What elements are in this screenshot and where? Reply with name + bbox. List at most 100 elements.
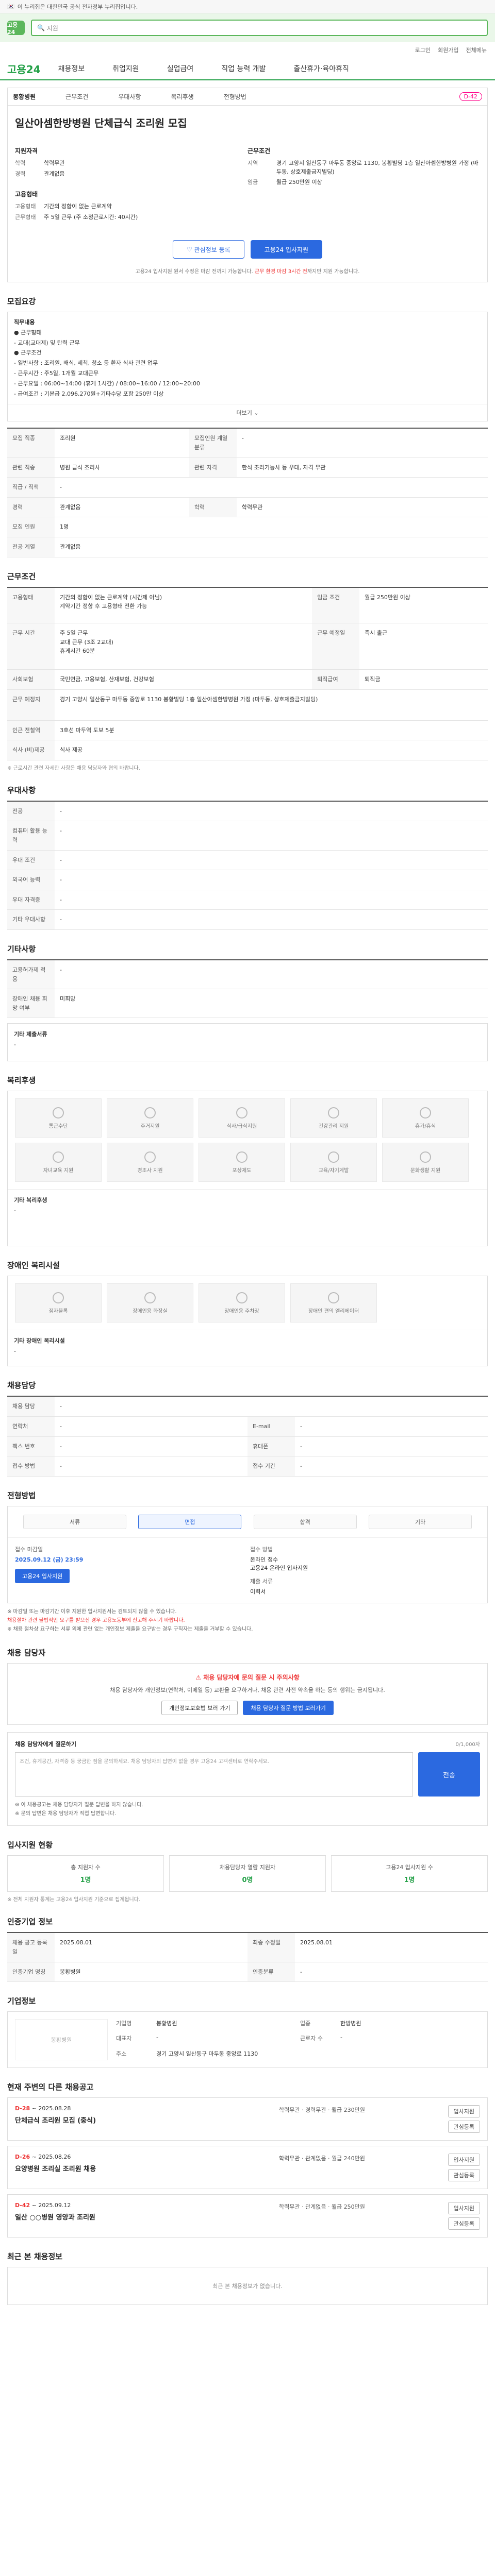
- search-input[interactable]: 🔍 지원: [31, 20, 488, 36]
- welfare-box: 통근수단 주거지원 식사/급식지원 건강관리 지원 휴가/휴식 자녀교육 지원 …: [7, 1091, 488, 1247]
- similar-title: 현재 주변의 다른 채용공고: [7, 2082, 94, 2092]
- table-row: 관련 직종 병원 급식 조리사 관련 자격 한식 조리기능사 등 우대, 자격 무관: [7, 457, 488, 478]
- step-etc: 기타: [368, 1514, 472, 1529]
- table-row: 근무 시간 주 5일 근무 교대 근무 (3조 2교대) 휴게시간 60분 근무 예…: [7, 623, 488, 670]
- table-row: 고용허가제 적용 -: [7, 959, 488, 990]
- tab-recruit[interactable]: 근무조건: [65, 92, 88, 101]
- logo[interactable]: 고용24: [7, 21, 25, 36]
- step-document: 서류: [23, 1514, 126, 1529]
- braille-icon: [53, 1292, 64, 1303]
- welfare-item: 주거지원: [107, 1098, 193, 1138]
- qa-method-button[interactable]: 채용 담당자 질문 방법 보러가기: [243, 1701, 334, 1716]
- kv-value: 관계없음: [44, 170, 65, 177]
- gift-icon: [144, 1151, 156, 1163]
- table-row: 우대 조건 -: [7, 850, 488, 871]
- duty-line: - 급여조건 : 기본급 2,096,270원+기타수당 포함 250만 이상: [14, 390, 164, 397]
- kv-label: 지역: [248, 160, 258, 166]
- prefer-table: 전공 - 컴퓨터 활용 능력 - 우대 조건 - 외국어 능력 - 우대 자격증 - 기타…: [7, 800, 488, 930]
- question-textarea[interactable]: 조건, 휴게공간, 자격증 등 궁금한 점을 문의하세요. 채용 담당자의 답변…: [15, 1752, 413, 1797]
- table-row: 전공 -: [7, 801, 488, 822]
- submit-value: 이력서: [250, 1588, 266, 1595]
- doc-title: 기타사항: [7, 944, 36, 954]
- hr-title: 채용담당: [7, 1381, 36, 1391]
- table-row: 사회보험 국민연금, 고용보험, 산재보험, 건강보험 퇴직급여 퇴직금: [7, 669, 488, 690]
- status-counts: 총 지원자 수 1명 채용담당자 열람 지원자 0명 고용24 입사지원 수 1명: [7, 1855, 488, 1892]
- facility-item: 장애인 편의 엘리베이터: [290, 1283, 377, 1323]
- table-row: 외국어 능력 -: [7, 870, 488, 890]
- card-apply-button[interactable]: 입사지원: [448, 2202, 480, 2215]
- book-icon: [328, 1151, 339, 1163]
- login-link[interactable]: 로그인: [415, 46, 431, 54]
- table-row: 연락처 - E-mail -: [7, 1416, 488, 1437]
- dday-badge: D-42: [459, 92, 482, 101]
- kv-value: 월급 250만원 이상: [276, 179, 322, 185]
- tab-prefer[interactable]: 복리후생: [171, 92, 194, 101]
- table-row: 팩스 번호 - 휴대폰 -: [7, 1436, 488, 1457]
- duty-box: 직무내용 ● 근무형태 - 교대(교대제) 및 탄력 근무 ● 근무조건 - 일…: [7, 312, 488, 422]
- welfare-item: 휴가/휴식: [382, 1098, 469, 1138]
- nav-jobs[interactable]: 채용정보: [58, 63, 85, 74]
- hr-table: 채용 담당 - 연락처 - E-mail - 팩스 번호 - 휴대폰 - 접수 방법 - 접수 기…: [7, 1396, 488, 1477]
- privacy-law-button[interactable]: 개인정보보호법 보러 가기: [161, 1701, 238, 1716]
- tab-welfare[interactable]: 전형방법: [224, 92, 246, 101]
- table-row: 인증기업 명칭 봉황병원 인증분류 -: [7, 1962, 488, 1982]
- submit-label: 제출 서류: [250, 1578, 273, 1585]
- duty-line: - 일반사항 : 조리원, 배식, 세척, 청소 등 환자 식사 관련 업무: [14, 360, 158, 367]
- table-row: 기타 우대사항 -: [7, 909, 488, 930]
- table-row: 전공 계열 관계없음: [7, 537, 488, 557]
- main-nav: 고용24 채용정보 취업지원 실업급여 직업 능력 개발 출산휴가·육아휴직: [0, 58, 495, 80]
- table-row: 컴퓨터 활용 능력 -: [7, 821, 488, 851]
- child-icon: [53, 1151, 64, 1163]
- brand-logo[interactable]: 고용24: [7, 61, 41, 76]
- welfare-title: 복리후생: [7, 1076, 36, 1086]
- process-apply-button[interactable]: 고용24 입사지원: [15, 1568, 70, 1583]
- kv-value: 경기 고양시 일산동구 마두동 중앙로 1130, 봉황빌딩 1층 일산아셈한방…: [276, 160, 478, 175]
- more-button[interactable]: 더보기 ⌄: [8, 404, 487, 421]
- nav-unemployment[interactable]: 실업급여: [167, 63, 194, 74]
- parking-icon: [236, 1292, 248, 1303]
- kv-value: 학력무관: [44, 160, 65, 166]
- interest-button[interactable]: ♡ 관심정보 등록: [173, 240, 244, 259]
- qa-form-title: 채용 담당자에게 질문하기: [15, 1741, 76, 1748]
- all-menu-link[interactable]: 전체메뉴: [466, 46, 487, 54]
- house-icon: [144, 1107, 156, 1118]
- qa-title: 채용 담당자: [7, 1648, 46, 1657]
- job-card[interactable]: D-42 ~ 2025.09.12 일산 ○○병원 영양과 조리원 학력무관 · …: [7, 2194, 488, 2238]
- welfare-item: 문화생활 지원: [382, 1143, 469, 1182]
- card-interest-button[interactable]: 관심등록: [448, 2169, 480, 2182]
- nav-leave[interactable]: 출산휴가·육아휴직: [293, 63, 349, 74]
- table-row: 근무 예정지 경기 고양시 일산동구 마두동 중앙로 1130 봉황빌딩 1층 일…: [7, 689, 488, 721]
- step-pass: 합격: [253, 1514, 357, 1529]
- table-row: 접수 방법 - 접수 기간 -: [7, 1456, 488, 1477]
- gov-banner: 🇰🇷 이 누리집은 대한민국 공식 전자정부 누리집입니다.: [0, 0, 495, 13]
- facility-item: 장애인용 주차장: [199, 1283, 285, 1323]
- table-row: 식사 (비)제공 식사 제공: [7, 740, 488, 760]
- apply-button[interactable]: 고용24 입사지원: [250, 240, 322, 259]
- card-interest-button[interactable]: 관심등록: [448, 2121, 480, 2133]
- nav-training[interactable]: 직업 능력 개발: [221, 63, 266, 74]
- tab-work[interactable]: 우대사항: [118, 92, 141, 101]
- send-button[interactable]: 전송: [418, 1752, 480, 1797]
- restroom-icon: [144, 1292, 156, 1303]
- status-item: 고용24 입사지원 수 1명: [331, 1855, 488, 1892]
- table-row: 채용 공고 등록일 2025.08.01 최종 수정일 2025.08.01: [7, 1933, 488, 1962]
- card-interest-button[interactable]: 관심등록: [448, 2217, 480, 2230]
- card-apply-button[interactable]: 입사지원: [448, 2154, 480, 2166]
- status-item: 총 지원자 수 1명: [7, 1855, 164, 1892]
- facility-item: 점자블록: [15, 1283, 102, 1323]
- job-card[interactable]: D-26 ~ 2025.08.26 요양병원 조리실 조리원 채용 학력무관 · …: [7, 2146, 488, 2190]
- top-search-area: 고용24 🔍 지원: [0, 13, 495, 42]
- culture-icon: [420, 1151, 431, 1163]
- table-row: 직급 / 직책 -: [7, 477, 488, 498]
- search-icon: 🔍: [37, 24, 47, 31]
- qa-form: 채용 담당자에게 질문하기 0/1,000자 조건, 휴게공간, 자격증 등 궁…: [7, 1732, 488, 1826]
- qualification-title: 지원자격: [15, 147, 38, 155]
- nav-employment-support[interactable]: 취업지원: [112, 63, 139, 74]
- summary-tabs: 봉황병원 근무조건 우대사항 복리후생 전형방법 D-42: [8, 88, 487, 106]
- recruit-table: 모집 직종 조리원 모집인원 계열 분류 - 관련 직종 병원 급식 조리사 관련 자격 한…: [7, 428, 488, 557]
- card-apply-button[interactable]: 입사지원: [448, 2105, 480, 2118]
- process-box: 서류 면접 합격 기타 접수 마감일 2025.09.12 (금) 23:59 …: [7, 1505, 488, 1603]
- job-card[interactable]: D-28 ~ 2025.08.28 단체급식 조리원 모집 (중식) 학력무관 ·…: [7, 2097, 488, 2141]
- process-warning: ※ 마감일 또는 마감기간 이후 지원한 입사지원서는 검토되지 않을 수 있습…: [7, 1608, 253, 1632]
- signup-link[interactable]: 회원가입: [438, 46, 458, 54]
